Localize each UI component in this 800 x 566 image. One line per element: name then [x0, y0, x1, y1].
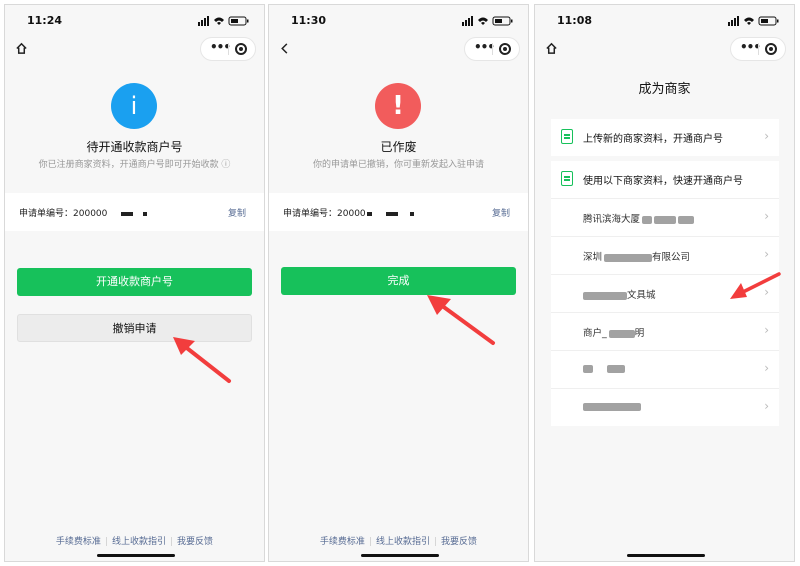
fee-standard-link[interactable]: 手续费标准 — [320, 537, 365, 547]
status-subtitle: 你已注册商家资料，开通商户号即可开始收款 ⓘ — [38, 160, 231, 170]
home-icon[interactable] — [545, 42, 558, 55]
nav-bar: ••• — [5, 35, 264, 65]
home-icon[interactable] — [15, 42, 28, 55]
signal-wifi-battery-icon — [462, 16, 513, 26]
upload-new-profile-card: 上传新的商家资料，开通商户号 › — [551, 119, 779, 156]
application-number-value: 200000 — [73, 209, 108, 219]
home-indicator — [361, 554, 439, 557]
close-miniprogram-icon[interactable] — [765, 43, 777, 55]
status-title: 已作废 — [380, 140, 417, 154]
fee-standard-link[interactable]: 手续费标准 — [56, 537, 101, 547]
menu-capsule[interactable]: ••• — [200, 37, 256, 61]
signal-wifi-battery-icon — [198, 16, 249, 26]
status-bar: 11:30 — [269, 5, 528, 33]
nav-bar: ••• — [269, 35, 528, 65]
signal-wifi-battery-icon — [728, 16, 779, 26]
more-icon[interactable]: ••• — [474, 40, 495, 54]
merchant-item[interactable]: 腾讯滨海大厦 › — [551, 198, 779, 236]
online-payment-guide-link[interactable]: 线上收款指引 — [376, 537, 430, 547]
capsule-divider — [758, 43, 759, 55]
footer-links: 手续费标准 | 线上收款指引 | 我要反馈 — [319, 537, 478, 547]
exclamation-icon: ! — [375, 83, 421, 129]
phone-screen-pending: 11:24 ••• i 待开通收款商户号 你已注册商家资料，开通商户号即可开始收… — [4, 4, 265, 562]
chevron-right-icon: › — [764, 209, 769, 223]
open-merchant-account-button[interactable]: 开通收款商户号 — [17, 268, 252, 296]
application-number-label: 申请单编号：200000 — [19, 206, 148, 219]
merchant-item[interactable]: › — [551, 388, 779, 426]
menu-capsule[interactable]: ••• — [464, 37, 520, 61]
chevron-right-icon: › — [764, 399, 769, 413]
copy-link[interactable]: 复制 — [228, 206, 246, 219]
red-arrow-annotation — [427, 295, 495, 345]
feedback-link[interactable]: 我要反馈 — [441, 537, 477, 547]
home-indicator — [97, 554, 175, 557]
application-number-row: 申请单编号：200000 复制 — [5, 193, 264, 231]
use-existing-profile-header: 使用以下商家资料，快速开通商户号 — [551, 161, 779, 198]
merchant-item[interactable]: 深圳 有限公司 › — [551, 236, 779, 274]
upload-new-profile-row[interactable]: 上传新的商家资料，开通商户号 › — [551, 119, 779, 156]
red-arrow-annotation — [730, 272, 781, 299]
footer-links: 手续费标准 | 线上收款指引 | 我要反馈 — [55, 537, 214, 547]
copy-link[interactable]: 复制 — [492, 206, 510, 219]
application-number-value: 20000 — [337, 209, 366, 219]
status-bar: 11:08 — [535, 5, 794, 33]
upload-document-icon — [561, 129, 573, 144]
back-icon[interactable] — [279, 42, 291, 55]
application-number-label: 申请单编号：20000 — [283, 206, 414, 219]
capsule-divider — [492, 43, 493, 55]
phone-screen-become-merchant: 11:08 ••• 成为商家 上传新的商家资料，开通商户号 › 使用以下商家资料… — [534, 4, 795, 562]
more-icon[interactable]: ••• — [210, 40, 231, 54]
menu-capsule[interactable]: ••• — [730, 37, 786, 61]
close-miniprogram-icon[interactable] — [499, 43, 511, 55]
info-icon: i — [111, 83, 157, 129]
application-number-row: 申请单编号：20000 复制 — [269, 193, 528, 231]
status-title: 待开通收款商户号 — [86, 140, 183, 154]
phone-screen-voided: 11:30 ••• ! 已作废 你的申请单已撤销，你可重新发起入驻申请 申请单编… — [268, 4, 529, 562]
chevron-right-icon: › — [764, 361, 769, 375]
document-list-icon — [561, 171, 573, 186]
nav-bar: ••• — [535, 35, 794, 65]
feedback-link[interactable]: 我要反馈 — [177, 537, 213, 547]
close-miniprogram-icon[interactable] — [235, 43, 247, 55]
online-payment-guide-link[interactable]: 线上收款指引 — [112, 537, 166, 547]
more-icon[interactable]: ••• — [740, 40, 761, 54]
merchant-item[interactable]: 商户_ 明 › — [551, 312, 779, 350]
chevron-right-icon: › — [764, 323, 769, 337]
home-indicator — [627, 554, 705, 557]
chevron-right-icon: › — [764, 129, 769, 143]
status-bar: 11:24 — [5, 5, 264, 33]
status-time: 11:30 — [291, 14, 327, 27]
status-time: 11:08 — [557, 14, 593, 27]
status-time: 11:24 — [27, 14, 63, 27]
status-subtitle: 你的申请单已撤销，你可重新发起入驻申请 — [312, 160, 484, 170]
red-arrow-annotation — [173, 337, 231, 383]
page-title: 成为商家 — [638, 82, 691, 97]
capsule-divider — [228, 43, 229, 55]
merchant-item[interactable]: › — [551, 350, 779, 388]
chevron-right-icon: › — [764, 247, 769, 261]
